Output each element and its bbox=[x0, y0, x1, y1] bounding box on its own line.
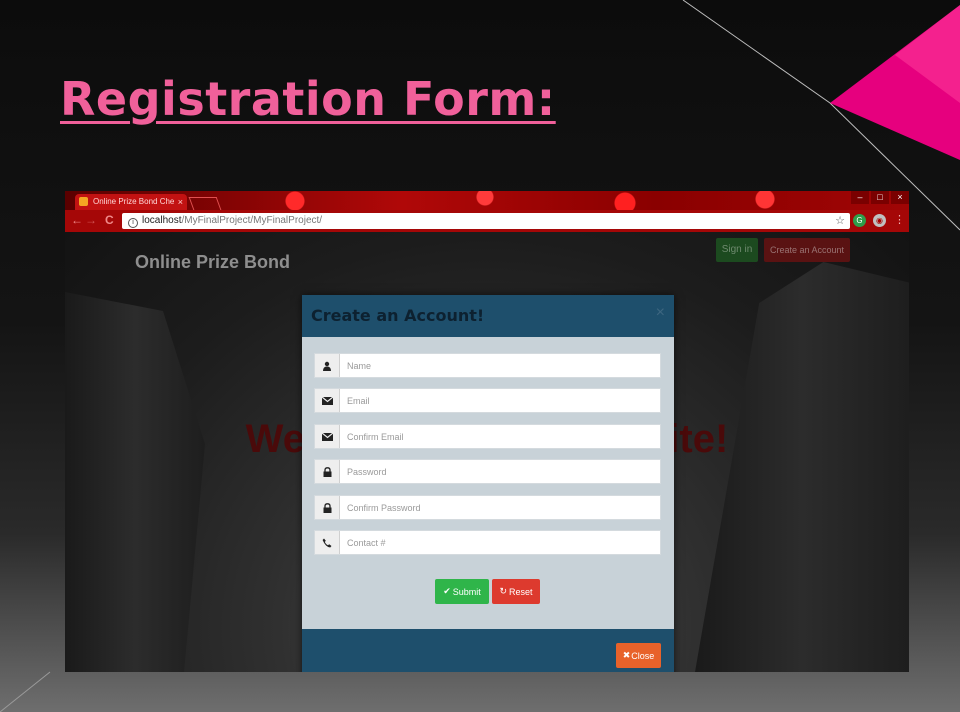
modal-header: Create an Account! × bbox=[302, 295, 674, 337]
password-input[interactable] bbox=[340, 460, 658, 483]
modal-footer: ✖ Close bbox=[302, 629, 674, 672]
favicon-icon bbox=[79, 197, 88, 206]
maximize-button[interactable]: □ bbox=[871, 191, 889, 204]
back-button[interactable]: ← bbox=[71, 214, 83, 227]
create-account-modal: Create an Account! × Name Email Confirm … bbox=[302, 295, 674, 672]
modal-title: Create an Account! bbox=[311, 306, 485, 325]
new-tab-button[interactable] bbox=[188, 197, 222, 210]
lock-icon bbox=[315, 460, 340, 483]
close-label: Close bbox=[631, 650, 655, 661]
confirm-email-field bbox=[314, 424, 661, 449]
phone-icon bbox=[315, 531, 340, 554]
password-field bbox=[314, 459, 661, 484]
reset-label: Reset bbox=[509, 586, 533, 597]
lock-icon bbox=[315, 496, 340, 519]
submit-label: Submit bbox=[452, 586, 481, 597]
email-field bbox=[314, 388, 661, 413]
browser-toolbar: ← → C i localhost/MyFinalProject/MyFinalP… bbox=[65, 210, 909, 232]
browser-screenshot: Online Prize Bond Che × – □ × ← → C i loc… bbox=[65, 191, 909, 672]
sign-in-button[interactable]: Sign in bbox=[716, 238, 758, 262]
email-input[interactable] bbox=[340, 389, 658, 412]
info-icon[interactable]: i bbox=[128, 218, 138, 228]
address-bar[interactable]: i localhost/MyFinalProject/MyFinalProject… bbox=[122, 213, 850, 229]
refresh-icon: ↻ bbox=[499, 586, 508, 596]
slide-title: Registration Form: bbox=[60, 72, 556, 126]
window-close-button[interactable]: × bbox=[891, 191, 909, 204]
confirm-email-input[interactable] bbox=[340, 425, 658, 448]
contact-input[interactable] bbox=[340, 531, 658, 554]
submit-button[interactable]: ✔ Submit bbox=[435, 579, 489, 604]
minimize-button[interactable]: – bbox=[851, 191, 869, 204]
site-brand: Online Prize Bond bbox=[135, 252, 291, 272]
check-icon: ✔ bbox=[443, 586, 451, 596]
reset-button[interactable]: ↻ Reset bbox=[492, 579, 540, 604]
extension-grammarly-icon[interactable]: G bbox=[853, 214, 866, 227]
envelope-icon bbox=[315, 425, 340, 448]
tab-close-icon[interactable]: × bbox=[178, 194, 183, 210]
close-x-icon: ✖ bbox=[622, 650, 631, 660]
name-input[interactable] bbox=[340, 354, 658, 377]
user-icon bbox=[315, 354, 340, 377]
window-controls: – □ × bbox=[849, 191, 909, 204]
confirm-password-input[interactable] bbox=[340, 496, 658, 519]
background-rock-left bbox=[65, 292, 205, 672]
extension-shield-icon[interactable]: ◉ bbox=[873, 214, 886, 227]
forward-button[interactable]: → bbox=[85, 214, 97, 227]
tab-strip: Online Prize Bond Che × – □ × bbox=[65, 191, 909, 210]
create-account-button[interactable]: Create an Account bbox=[764, 238, 850, 262]
browser-menu-icon[interactable]: ⋮ bbox=[893, 214, 906, 227]
tab-title: Online Prize Bond Che bbox=[93, 197, 175, 206]
address-host: localhost bbox=[142, 215, 182, 226]
bookmark-star-icon[interactable]: ☆ bbox=[835, 213, 845, 229]
envelope-icon bbox=[315, 389, 340, 412]
confirm-password-field bbox=[314, 495, 661, 520]
address-path: /MyFinalProject/MyFinalProject/ bbox=[181, 215, 323, 226]
modal-close-icon[interactable]: × bbox=[656, 304, 665, 322]
close-button[interactable]: ✖ Close bbox=[616, 643, 661, 668]
background-rock-right bbox=[695, 262, 909, 672]
browser-tab[interactable]: Online Prize Bond Che × bbox=[75, 194, 187, 210]
contact-field bbox=[314, 530, 661, 555]
reload-button[interactable]: C bbox=[105, 214, 114, 227]
web-page: Online Prize Bond Wel site! Sign in Creat… bbox=[65, 232, 909, 672]
name-field bbox=[314, 353, 661, 378]
